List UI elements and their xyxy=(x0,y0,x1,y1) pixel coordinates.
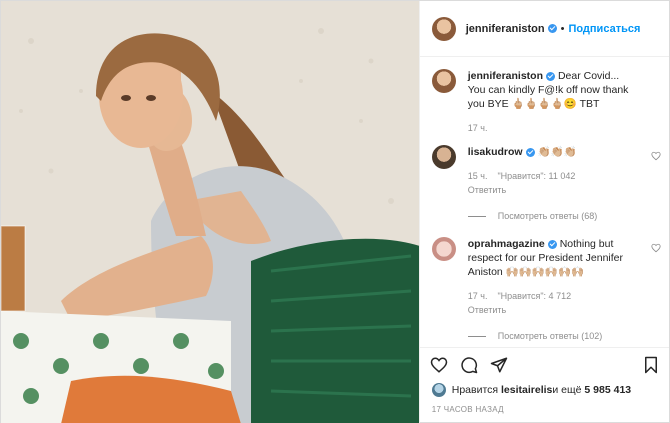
likes-middle: и ещё xyxy=(552,384,582,396)
comments-list[interactable]: jenniferaniston Dear Covid... You can ki… xyxy=(420,57,669,347)
comment-like-heart-icon[interactable] xyxy=(651,151,661,161)
author-username[interactable]: jenniferaniston xyxy=(466,23,545,35)
post-image-illustration xyxy=(1,1,419,423)
separator-dot: • xyxy=(560,22,565,35)
caption-meta: 17 ч. xyxy=(468,121,639,135)
comment-time[interactable]: 15 ч. xyxy=(468,169,488,183)
post-timestamp[interactable]: 17 часов назад xyxy=(420,399,669,423)
comment-item: lisakudrow 👏🏼👏🏼👏🏼 15 ч. "Нравится": 11 0… xyxy=(431,145,661,197)
comment-likes[interactable]: "Нравится": 4 712 xyxy=(497,289,571,303)
heart-icon[interactable] xyxy=(430,356,448,374)
comment-meta: 15 ч. "Нравится": 11 042 xyxy=(468,169,639,183)
view-replies-button[interactable]: Посмотреть ответы (102) xyxy=(468,329,639,343)
likes-prefix: Нравится xyxy=(451,384,499,396)
liker-username[interactable]: lesitairelis xyxy=(501,384,552,396)
verified-badge-icon xyxy=(546,71,556,81)
likes-summary[interactable]: Нравится lesitairelis и ещё 5 985 413 xyxy=(420,381,669,399)
reply-button[interactable]: Ответить xyxy=(468,305,506,315)
caption-username[interactable]: jenniferaniston xyxy=(468,70,543,82)
reply-button[interactable]: Ответить xyxy=(468,185,506,195)
comment-meta: 17 ч. "Нравится": 4 712 xyxy=(468,289,639,303)
liker-avatar[interactable] xyxy=(431,383,446,397)
share-icon[interactable] xyxy=(490,356,508,374)
follow-button[interactable]: Подписаться xyxy=(568,23,640,35)
author-avatar[interactable] xyxy=(431,16,456,41)
comment-icon[interactable] xyxy=(460,356,478,374)
instagram-post: jenniferaniston • Подписаться jenniferan… xyxy=(0,0,670,423)
comment-time[interactable]: 17 ч. xyxy=(468,289,488,303)
verified-badge-icon xyxy=(547,239,557,249)
post-side-panel: jenniferaniston • Подписаться jenniferan… xyxy=(418,1,669,423)
action-bar xyxy=(419,347,669,381)
bookmark-icon[interactable] xyxy=(643,356,659,374)
post-photo[interactable] xyxy=(1,1,419,423)
caption: jenniferaniston Dear Covid... You can ki… xyxy=(431,69,639,135)
post-header: jenniferaniston • Подписаться xyxy=(419,1,669,57)
commenter-avatar[interactable] xyxy=(431,237,456,261)
comment-text: 👏🏼👏🏼👏🏼 xyxy=(537,146,577,158)
caption-time[interactable]: 17 ч. xyxy=(468,121,488,135)
verified-badge-icon xyxy=(547,24,557,33)
likes-count[interactable]: 5 985 413 xyxy=(584,384,631,396)
caption-avatar[interactable] xyxy=(431,69,456,93)
comment-username[interactable]: lisakudrow xyxy=(468,146,523,158)
comment-item: oprahmagazine Nothing but respect for ou… xyxy=(431,237,661,317)
verified-badge-icon xyxy=(525,147,535,157)
comment-like-heart-icon[interactable] xyxy=(651,243,661,253)
comment-username[interactable]: oprahmagazine xyxy=(468,238,545,250)
commenter-avatar[interactable] xyxy=(431,145,456,169)
view-replies-button[interactable]: Посмотреть ответы (68) xyxy=(468,209,639,223)
comment-likes[interactable]: "Нравится": 11 042 xyxy=(497,169,575,183)
